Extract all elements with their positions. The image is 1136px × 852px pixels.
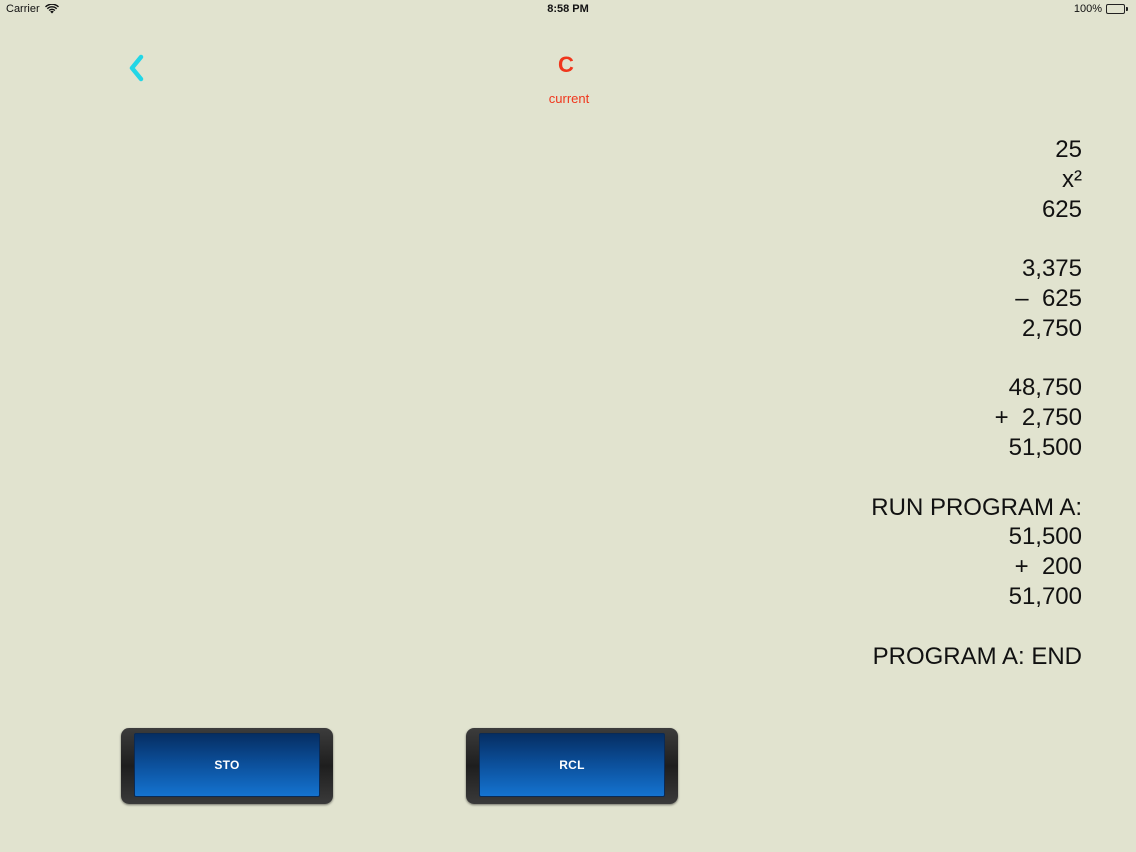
status-time: 8:58 PM <box>547 3 589 15</box>
nav-title: C <box>558 52 574 77</box>
tape-spacer <box>871 344 1082 374</box>
tape-line: 2,750 <box>1021 314 1082 342</box>
chevron-left-icon <box>129 54 144 82</box>
tape-line: x² <box>1062 165 1082 193</box>
nav-subtitle: current <box>548 91 590 106</box>
tape-line: 625 <box>1041 195 1082 223</box>
back-button[interactable] <box>122 50 152 86</box>
status-bar: Carrier 8:58 PM 100% <box>0 0 1136 18</box>
tape-line: 51,500 <box>1008 523 1082 551</box>
tape-line: 48,750 <box>1008 374 1082 402</box>
sto-button[interactable]: STO <box>121 728 333 804</box>
tape-line: PROGRAM A: END <box>872 642 1082 670</box>
tape-display: 25 x² 625 3,375– 625 2,750 48,750 + 2,750 51,50… <box>871 135 1082 671</box>
tape-line: 3,375 <box>1021 255 1082 283</box>
tape-line: + 200 <box>1014 553 1082 581</box>
rcl-button-label: RCL <box>479 733 665 797</box>
tape-line: 51,700 <box>1008 582 1082 610</box>
tape-spacer <box>871 612 1082 642</box>
sto-button-label: STO <box>134 733 320 797</box>
tape-spacer <box>871 224 1082 254</box>
battery-percent: 100% <box>1073 3 1102 15</box>
tape-line: 51,500 <box>1008 433 1082 461</box>
status-right: 100% <box>1074 3 1128 15</box>
tape-line: – 625 <box>1015 284 1082 312</box>
tape-line: RUN PROGRAM A: <box>871 493 1082 521</box>
rcl-button[interactable]: RCL <box>466 728 678 804</box>
tape-spacer <box>871 463 1082 493</box>
tape-line: 25 <box>1055 136 1082 163</box>
battery-icon <box>1106 4 1128 14</box>
tape-line: + 2,750 <box>994 404 1082 432</box>
